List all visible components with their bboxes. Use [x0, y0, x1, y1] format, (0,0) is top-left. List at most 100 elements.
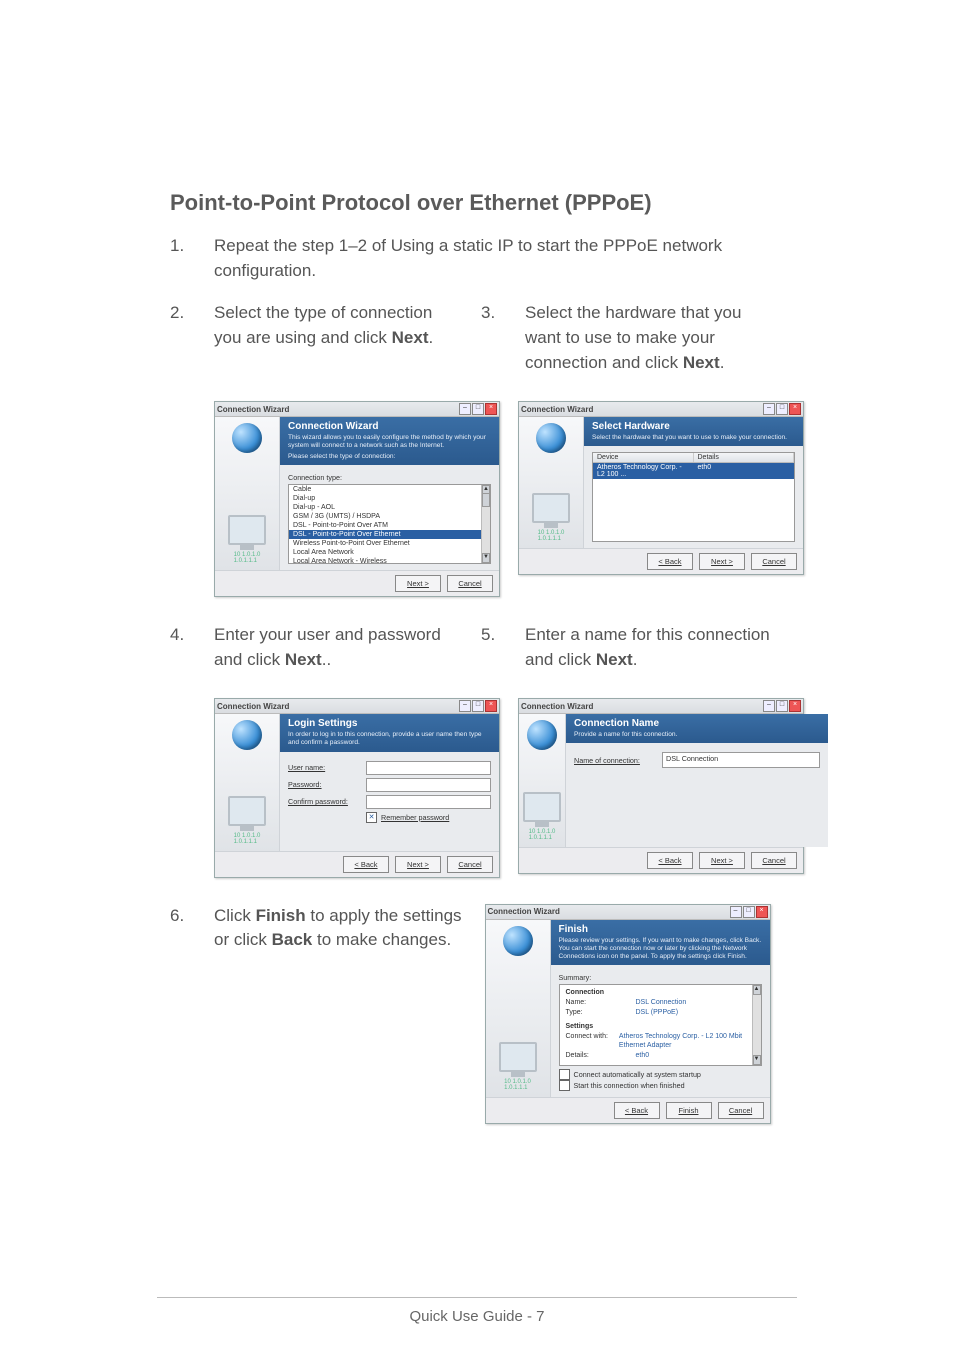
minimize-button[interactable]: – — [730, 906, 742, 918]
maximize-button[interactable]: □ — [472, 403, 484, 415]
monitor-icon — [532, 493, 570, 523]
summary-row: Type:DSL (PPPoE) — [566, 1008, 755, 1018]
table-header: Device Details — [593, 453, 794, 463]
dialog-subtitle: Please review your settings. If you want… — [559, 937, 762, 962]
step-text: Click Finish to apply the settings or cl… — [214, 904, 463, 953]
dialog-subtitle: Select the hardware that you want to use… — [592, 434, 795, 442]
dialog-body: 10 1.0.1.01.0.1.1.1 Login Settings In or… — [215, 714, 499, 850]
maximize-button[interactable]: □ — [776, 403, 788, 415]
scroll-down-icon[interactable]: ▼ — [753, 1055, 761, 1065]
step-text: Enter a name for this connection and cli… — [525, 623, 774, 672]
connection-type-list[interactable]: Cable Dial-up Dial-up - AOL GSM / 3G (UM… — [288, 484, 491, 564]
cancel-button[interactable]: Cancel — [751, 553, 797, 570]
step-number: 3. — [481, 301, 525, 375]
maximize-button[interactable]: □ — [743, 906, 755, 918]
next-button[interactable]: Next > — [395, 575, 441, 592]
dialog-main: Select Hardware Select the hardware that… — [584, 417, 803, 548]
dialog-finish: Connection Wizard – □ × 10 1.0.1.01.0.1.… — [485, 904, 771, 1125]
list-item[interactable]: Local Area Network - Wireless — [289, 557, 490, 564]
step-text-a: Click — [214, 906, 256, 925]
scroll-down-icon[interactable]: ▼ — [482, 553, 490, 563]
start-now-checkbox[interactable] — [559, 1080, 570, 1091]
cell-details: eth0 — [694, 463, 795, 479]
cell-device: Atheros Technology Corp. - L2 100 ... — [593, 463, 694, 479]
close-button[interactable]: × — [485, 403, 497, 415]
maximize-button[interactable]: □ — [472, 700, 484, 712]
list-item[interactable]: Cable — [289, 485, 490, 494]
summary-key: Type: — [566, 1008, 636, 1018]
page: Point-to-Point Protocol over Ethernet (P… — [0, 0, 954, 1363]
scrollbar[interactable]: ▲ ▼ — [481, 485, 490, 563]
dialog-title: Select Hardware — [592, 421, 795, 432]
section-settings: Settings — [566, 1023, 594, 1030]
monitor-stand — [240, 826, 254, 831]
cancel-button[interactable]: Cancel — [447, 575, 493, 592]
window-buttons: – □ × — [730, 906, 768, 918]
list-item[interactable]: Local Area Network — [289, 548, 490, 557]
list-item[interactable]: Dial-up — [289, 494, 490, 503]
connection-name-label-text: Name of connection: — [574, 756, 640, 765]
scrollbar[interactable]: ▲ ▼ — [752, 985, 761, 1065]
list-item[interactable]: GSM / 3G (UMTS) / HSDPA — [289, 512, 490, 521]
summary-row: Connect with:Atheros Technology Corp. - … — [566, 1032, 755, 1052]
cancel-button[interactable]: Cancel — [718, 1102, 764, 1119]
back-button[interactable]: < Back — [614, 1102, 660, 1119]
step-text-c: to make changes. — [312, 930, 451, 949]
cancel-label: Cancel — [762, 856, 785, 865]
password-input[interactable] — [366, 778, 491, 792]
minimize-button[interactable]: – — [459, 403, 471, 415]
list-item[interactable]: Wireless Point-to-Point Over Ethernet — [289, 539, 490, 548]
table-row[interactable]: Atheros Technology Corp. - L2 100 ... et… — [593, 463, 794, 479]
list-item[interactable]: DSL - Point-to-Point Over ATM — [289, 521, 490, 530]
close-button[interactable]: × — [789, 700, 801, 712]
cancel-button[interactable]: Cancel — [447, 856, 493, 873]
minimize-button[interactable]: – — [459, 700, 471, 712]
close-button[interactable]: × — [756, 906, 768, 918]
col-device[interactable]: Device — [593, 453, 694, 462]
connection-name-input[interactable]: DSL Connection — [662, 752, 820, 768]
summary-value: DSL (PPPoE) — [636, 1008, 679, 1018]
dialog-subtitle: Provide a name for this connection. — [574, 731, 820, 739]
start-now-row: Start this connection when finished — [559, 1080, 762, 1091]
scroll-thumb[interactable] — [482, 493, 490, 507]
close-button[interactable]: × — [789, 403, 801, 415]
next-button[interactable]: Next > — [395, 856, 441, 873]
list-item[interactable]: Dial-up - AOL — [289, 503, 490, 512]
back-button[interactable]: < Back — [647, 553, 693, 570]
sidebar-graphic: 10 1.0.1.01.0.1.1.1 — [215, 417, 280, 570]
summary-value: eth0 — [636, 1051, 650, 1061]
col-details[interactable]: Details — [694, 453, 795, 462]
dialog-header: Login Settings In order to log in to thi… — [280, 714, 499, 751]
username-row: User name: — [288, 761, 491, 775]
hardware-table[interactable]: Device Details Atheros Technology Corp. … — [592, 452, 795, 542]
step-5: 5. Enter a name for this connection and … — [481, 623, 774, 672]
list-item-selected[interactable]: DSL - Point-to-Point Over Ethernet — [289, 530, 490, 539]
username-input[interactable] — [366, 761, 491, 775]
auto-connect-checkbox[interactable] — [559, 1069, 570, 1080]
cancel-button[interactable]: Cancel — [751, 852, 797, 869]
confirm-input[interactable] — [366, 795, 491, 809]
titlebar: Connection Wizard – □ × — [215, 699, 499, 714]
minimize-button[interactable]: – — [763, 700, 775, 712]
back-button[interactable]: < Back — [647, 852, 693, 869]
next-button[interactable]: Next > — [699, 852, 745, 869]
step-text-bold: Next — [285, 650, 322, 669]
remember-checkbox[interactable]: ✕ — [366, 812, 377, 823]
minimize-button[interactable]: – — [763, 403, 775, 415]
globe-icon — [232, 423, 262, 453]
row-steps-2-3: 2. Select the type of connection you are… — [170, 295, 774, 387]
close-button[interactable]: × — [485, 700, 497, 712]
next-button[interactable]: Next > — [699, 553, 745, 570]
window-title: Connection Wizard — [217, 405, 289, 414]
titlebar: Connection Wizard – □ × — [486, 905, 770, 920]
step-text: Repeat the step 1–2 of Using a static IP… — [214, 234, 774, 283]
dialog-connection-name: Connection Wizard – □ × 10 1.0.1.01.0.1.… — [518, 698, 804, 874]
finish-button[interactable]: Finish — [666, 1102, 712, 1119]
back-button[interactable]: < Back — [343, 856, 389, 873]
decorative-numbers: 10 1.0.1.01.0.1.1.1 — [234, 552, 261, 564]
dialog-body: 10 1.0.1.01.0.1.1.1 Connection Name Prov… — [519, 714, 803, 847]
maximize-button[interactable]: □ — [776, 700, 788, 712]
sidebar-graphic: 10 1.0.1.01.0.1.1.1 — [519, 714, 566, 847]
scroll-up-icon[interactable]: ▲ — [753, 985, 761, 995]
back-label: < Back — [625, 1106, 648, 1115]
